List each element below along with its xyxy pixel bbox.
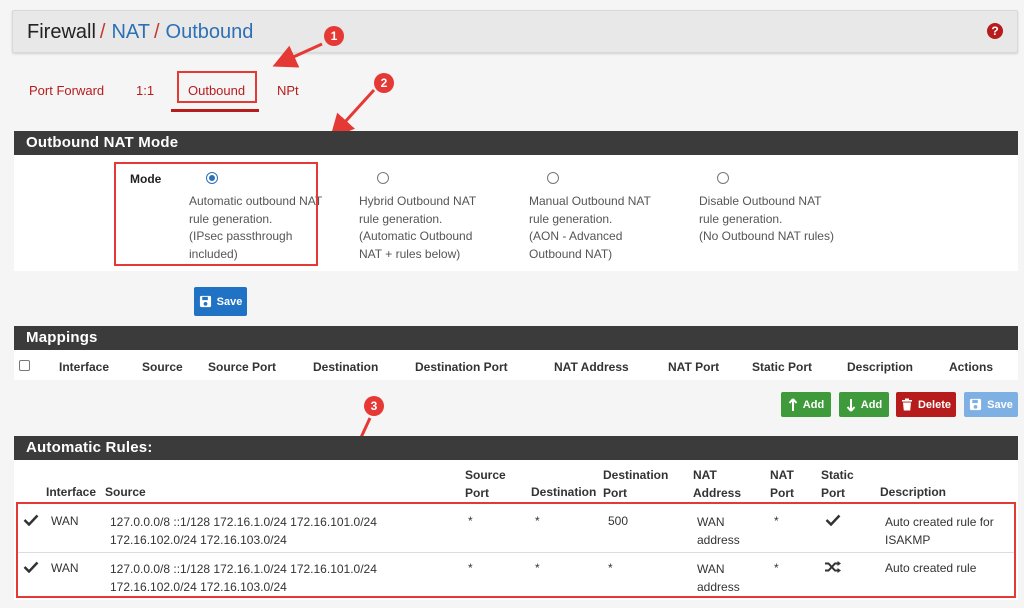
save-mode-button[interactable]: Save [194,287,247,316]
tab-port-forward[interactable]: Port Forward [29,83,104,98]
rules-col-nat-address: NAT Address [693,468,742,500]
col-static-port: Static Port [752,360,813,374]
rules-col-static-port: Static Port [821,468,854,500]
delete-button[interactable]: Delete [896,392,956,417]
rules-col-destination: Destination [531,485,597,499]
tab-one-to-one[interactable]: 1:1 [136,83,154,98]
rules-highlight [16,502,1016,598]
arrow-2 [329,88,376,139]
rules-col-nat-port: NAT Port [770,468,794,500]
mode-option-hybrid: Hybrid Outbound NAT rule generation. (Au… [359,194,477,261]
arrow-down-icon [846,398,856,412]
arrow-up-icon [788,397,798,411]
radio-hybrid[interactable] [377,172,389,184]
trash-icon [901,398,912,411]
col-destination-port: Destination Port [415,360,508,374]
automatic-rules-header: Automatic Rules: [14,436,1018,460]
active-tab-indicator [171,109,259,112]
col-source: Source [142,360,183,374]
mode-option-disable: Disable Outbound NAT rule generation. (N… [699,194,834,243]
col-actions: Actions [949,360,994,374]
tab-outbound-highlight [177,71,257,103]
mode-highlight [114,162,318,266]
col-nat-port: NAT Port [668,360,720,374]
radio-disable[interactable] [717,172,729,184]
rules-col-interface: Interface [46,485,97,499]
col-nat-address: NAT Address [554,360,629,374]
save-mappings-button[interactable]: Save [964,392,1018,417]
radio-manual[interactable] [547,172,559,184]
rules-col-source-port: Source Port [465,468,506,500]
col-destination: Destination [313,360,379,374]
select-all-checkbox[interactable] [19,360,30,371]
col-description: Description [847,360,914,374]
rules-col-source: Source [105,485,146,499]
col-source-port: Source Port [208,360,277,374]
add-bottom-button[interactable]: Add [839,392,889,417]
save-icon [199,295,211,308]
arrow-1 [272,42,323,68]
outbound-nat-mode-header: Outbound NAT Mode [14,131,1018,155]
mode-option-manual: Manual Outbound NAT rule generation. (AO… [529,194,651,261]
tab-npt[interactable]: NPt [277,83,299,98]
add-top-button[interactable]: Add [781,392,831,417]
rules-col-destination-port: Destination Port [603,468,669,500]
rules-col-description: Description [880,485,947,499]
mappings-header: Mappings [14,326,1018,350]
save-icon [970,398,982,411]
col-interface: Interface [59,360,110,374]
